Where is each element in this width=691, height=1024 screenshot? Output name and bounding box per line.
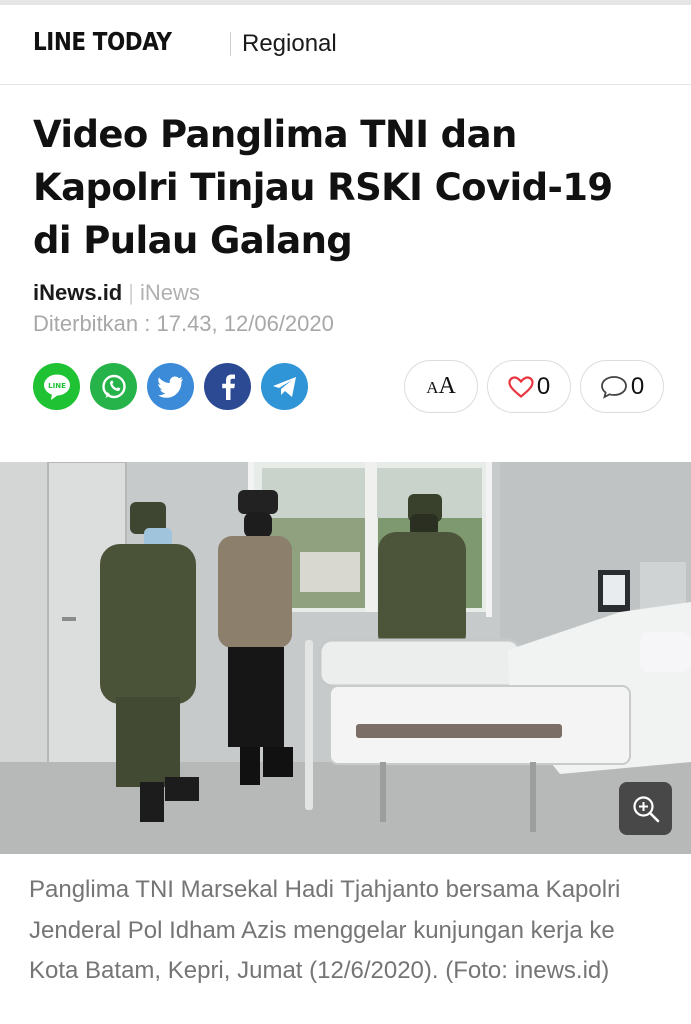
share-twitter-button[interactable] [147, 363, 194, 410]
publish-date: Diterbitkan : 17.43, 12/06/2020 [33, 311, 334, 336]
header-divider [230, 32, 231, 56]
telegram-icon [272, 376, 296, 397]
brand-name: iNews [139, 280, 200, 305]
article-source: iNews.id | iNews [33, 280, 200, 306]
article-title: Video Panglima TNI dan Kapolri Tinjau RS… [33, 113, 613, 262]
line-today-logo[interactable]: LINE TODAY [33, 27, 172, 56]
zoom-button[interactable] [619, 782, 672, 835]
section-label[interactable]: Regional [242, 30, 337, 58]
share-facebook-button[interactable] [204, 363, 251, 410]
share-bar: LINE [33, 363, 308, 410]
like-button[interactable]: 0 [487, 360, 571, 413]
zoom-in-icon [632, 795, 659, 822]
comment-button[interactable]: 0 [580, 360, 664, 413]
share-line-button[interactable]: LINE [33, 363, 80, 410]
comment-icon [600, 375, 627, 399]
app-header: LINE TODAY Regional [0, 5, 691, 85]
comment-count: 0 [630, 372, 645, 400]
share-telegram-button[interactable] [261, 363, 308, 410]
hospital-visit-photo [0, 462, 691, 854]
source-separator: | [128, 280, 134, 305]
font-size-label: AA [426, 373, 456, 399]
like-count: 0 [536, 372, 551, 400]
publisher-name[interactable]: iNews.id [33, 280, 122, 305]
line-icon: LINE [43, 374, 70, 400]
whatsapp-icon [101, 374, 126, 398]
twitter-icon [157, 376, 183, 398]
line-icon-label: LINE [48, 382, 66, 390]
font-size-button[interactable]: AA [404, 360, 478, 413]
photo-caption: Panglima TNI Marsekal Hadi Tjahjanto ber… [29, 876, 621, 984]
share-whatsapp-button[interactable] [90, 363, 137, 410]
article-photo[interactable] [0, 462, 691, 854]
heart-icon [508, 375, 534, 398]
facebook-icon [221, 374, 235, 400]
